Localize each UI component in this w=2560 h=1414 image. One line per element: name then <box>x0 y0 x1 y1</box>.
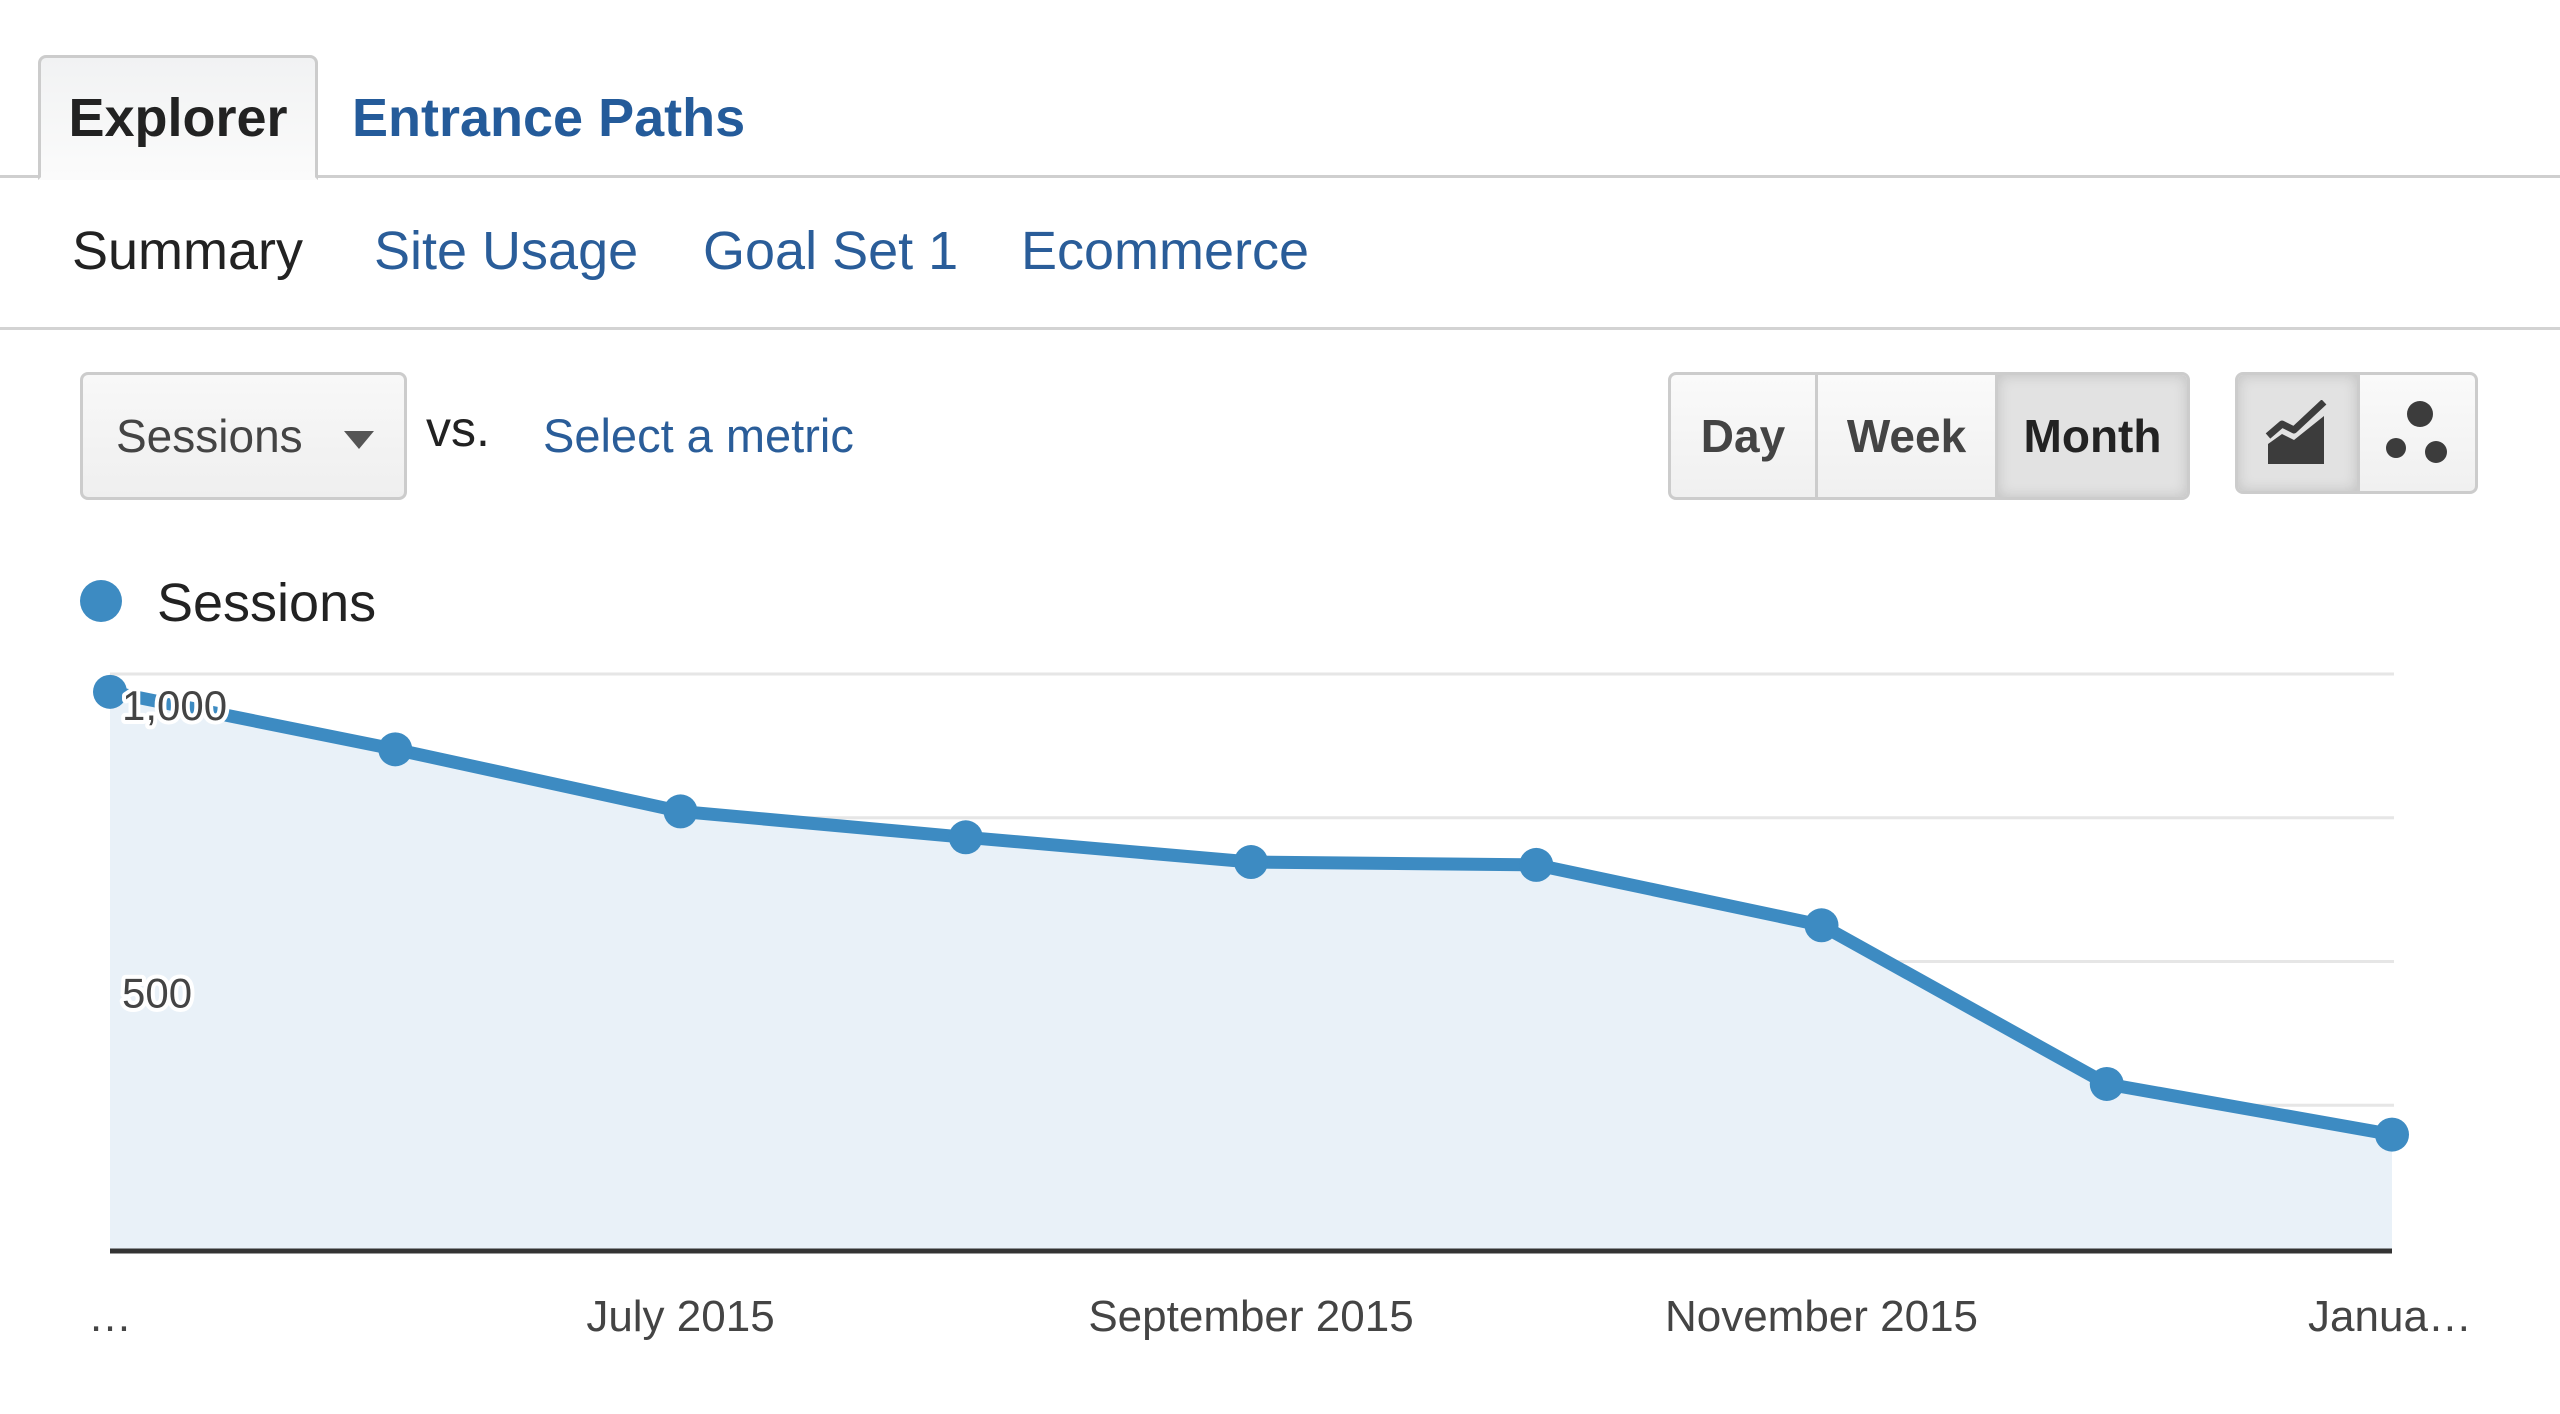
x-tick-label: September 2015 <box>1088 1292 1413 1341</box>
subnav-site-usage[interactable]: Site Usage <box>374 220 638 282</box>
y-tick-label: 500 <box>122 970 192 1017</box>
sessions-area <box>110 691 2392 1249</box>
data-point-6[interactable] <box>1804 908 1839 943</box>
x-tick-label: November 2015 <box>1665 1292 1978 1341</box>
metric-dropdown-value: Sessions <box>116 410 303 462</box>
motion-chart-button[interactable] <box>2356 375 2476 491</box>
x-tick-label: Janua… <box>2308 1292 2472 1341</box>
period-selector: Day Week Month <box>1668 372 2190 500</box>
x-axis-labels: … July 2015 September 2015 November 2015 Jan… <box>88 1292 2472 1341</box>
subnav-summary[interactable]: Summary <box>72 220 303 282</box>
subnav-goal-set-1[interactable]: Goal Set 1 <box>703 220 958 282</box>
period-month-button[interactable]: Month <box>1995 375 2187 497</box>
sessions-chart: 1,000 500 … July 2015 September 2015 Novembe… <box>88 672 2472 1341</box>
tab-entrance-paths[interactable]: Entrance Paths <box>352 55 745 180</box>
subnav-ecommerce[interactable]: Ecommerce <box>1021 220 1309 282</box>
data-point-1[interactable] <box>378 732 413 767</box>
vs-label: vs. <box>426 401 490 457</box>
sub-navigation: Summary Site Usage Goal Set 1 Ecommerce <box>0 178 2560 330</box>
data-point-3[interactable] <box>948 820 983 855</box>
period-day-button[interactable]: Day <box>1671 375 1815 497</box>
chart-type-selector <box>2235 372 2478 494</box>
select-metric-link[interactable]: Select a metric <box>543 408 854 463</box>
legend-sessions-label: Sessions <box>157 573 377 633</box>
metric-dropdown[interactable]: Sessions <box>80 372 407 500</box>
data-point-4[interactable] <box>1234 845 1268 880</box>
data-point-8[interactable] <box>2375 1117 2409 1152</box>
data-point-2[interactable] <box>663 794 698 829</box>
tab-explorer[interactable]: Explorer <box>38 55 318 180</box>
y-tick-label: 1,000 <box>122 682 227 729</box>
line-chart-button[interactable] <box>2238 375 2357 491</box>
chevron-down-icon <box>344 431 374 449</box>
x-tick-label: July 2015 <box>586 1292 774 1341</box>
motion-chart-icon <box>2386 401 2448 463</box>
tab-bar: Explorer Entrance Paths <box>0 0 2560 180</box>
legend-sessions-swatch <box>80 580 122 622</box>
x-tick-label: … <box>88 1292 132 1341</box>
data-point-7[interactable] <box>2089 1066 2124 1101</box>
period-week-button[interactable]: Week <box>1815 375 1995 497</box>
line-chart-icon <box>2265 400 2327 464</box>
data-point-5[interactable] <box>1519 847 1554 882</box>
